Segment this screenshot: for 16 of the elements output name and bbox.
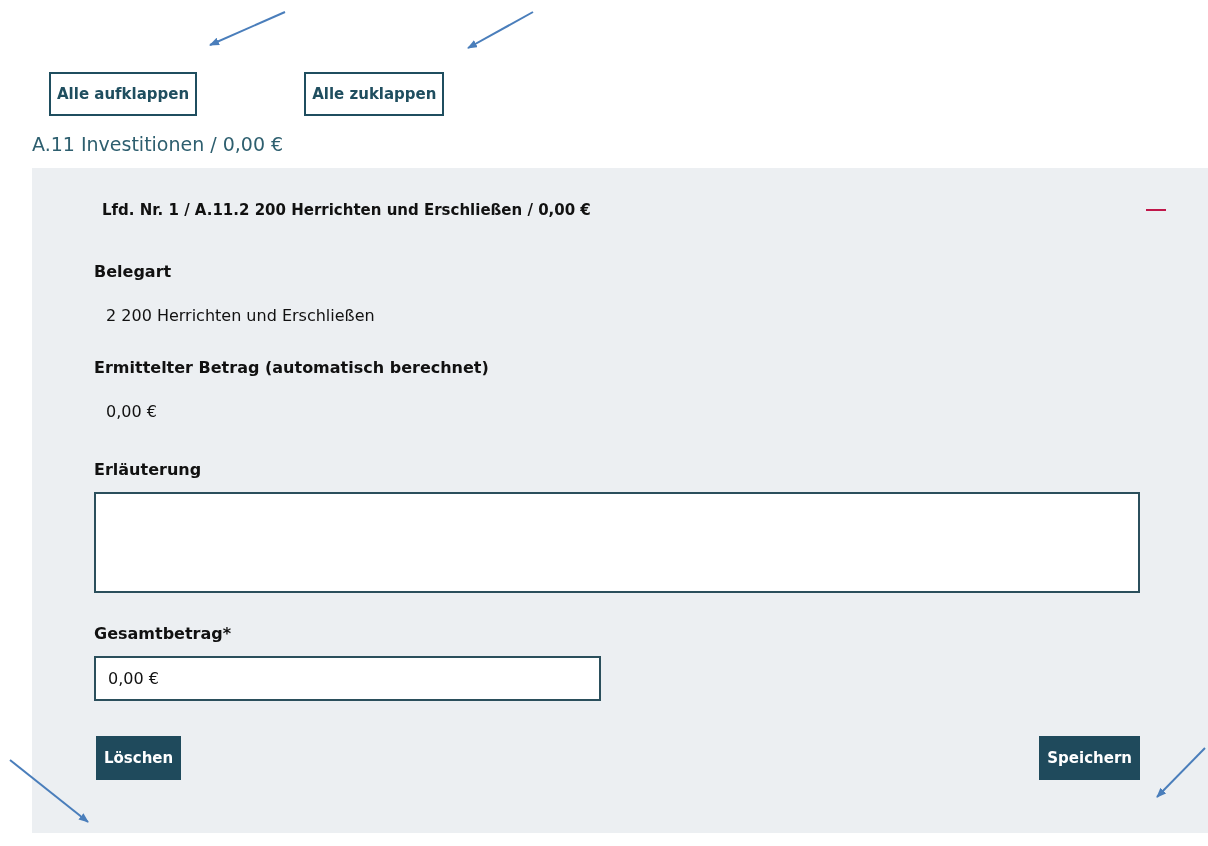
field-label: Gesamtbetrag*: [94, 623, 233, 645]
action-button[interactable]: Speichern: [1039, 736, 1140, 780]
toggle-all-button[interactable]: Alle aufklappen: [49, 72, 198, 116]
field-label: Belegart: [94, 261, 173, 283]
field-label: Ermittelter Betrag (automatisch berechnet): [94, 357, 490, 379]
annotation-arrow: [467, 11, 534, 49]
field-value: 0,00 €: [106, 401, 158, 423]
annotation-arrow: [1156, 747, 1206, 798]
section-heading: A.11 Investitionen / 0,00 €: [32, 132, 285, 156]
toggle-all-button[interactable]: Alle zuklappen: [304, 72, 445, 116]
input-field[interactable]: 0,00 €: [94, 656, 601, 701]
field-value: 2 200 Herrichten und Erschließen: [106, 305, 376, 327]
entry-title[interactable]: Lfd. Nr. 1 / A.11.2 200 Herrichten und Erschließen / 0,00 €: [102, 201, 591, 219]
action-button[interactable]: Löschen: [96, 736, 182, 780]
text-area[interactable]: [94, 492, 1140, 593]
field-label: Erläuterung: [94, 459, 203, 481]
